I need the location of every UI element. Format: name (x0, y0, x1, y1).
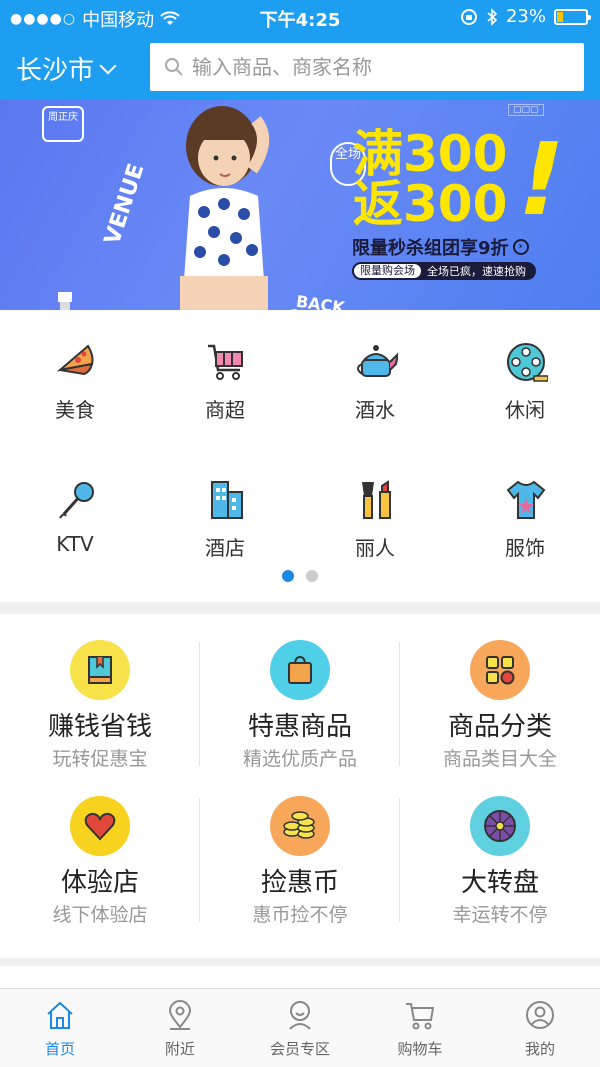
coins-icon (270, 796, 330, 856)
member-icon (289, 1001, 311, 1030)
tab-label: 我的 (524, 1040, 555, 1058)
tab-label: 首页 (44, 1040, 75, 1058)
tab-home[interactable]: 首页 (0, 989, 120, 1067)
battery-percent: 23% (505, 6, 546, 27)
cart-icon (406, 1003, 435, 1030)
location-pin-icon (168, 1000, 192, 1030)
feature-title: 大转盘 (460, 868, 539, 898)
category-beauty[interactable]: 丽人 (300, 448, 450, 560)
feature-experience-store[interactable]: 体验店 线下体验店 (0, 770, 200, 926)
category-label: 美食 (55, 398, 95, 422)
book-icon (70, 640, 130, 700)
search-box[interactable] (150, 43, 584, 91)
feature-subtitle: 精选优质产品 (242, 748, 357, 770)
category-label: 休闲 (505, 398, 545, 422)
feature-subtitle: 商品类目大全 (442, 748, 557, 770)
feature-title: 特惠商品 (247, 712, 352, 742)
makeup-brush-icon (362, 480, 391, 519)
brand-logo: 周正庆 (42, 106, 84, 142)
feature-subtitle: 幸运转不停 (452, 904, 548, 926)
category-drinks[interactable]: 酒水 (300, 310, 450, 422)
pizza-icon (56, 344, 94, 376)
search-input[interactable] (192, 55, 572, 79)
heart-icon (70, 796, 130, 856)
category-label: 商超 (205, 398, 245, 422)
category-pager (282, 570, 318, 582)
banner-pill-label: 限量购会场 (354, 264, 421, 278)
feature-earn-save[interactable]: 赚钱省钱 玩转促惠宝 (0, 614, 200, 770)
feature-title: 商品分类 (447, 712, 552, 742)
banner-subline-text: 限量秒杀组团享9折 (352, 238, 509, 259)
wheel-icon (470, 796, 530, 856)
bottom-tab-bar: 首页 附近 会员专区 购物车 我的 (0, 988, 600, 1067)
film-reel-icon (507, 343, 548, 382)
banner-venue-text: VENUE (100, 160, 150, 248)
category-label: 酒水 (355, 398, 395, 422)
chevron-down-icon (99, 57, 117, 74)
category-label: 丽人 (355, 536, 395, 560)
category-leisure[interactable]: 休闲 (450, 310, 600, 422)
category-grid: 美食 商超 酒水 休闲 KTV 酒店 丽人 服饰 (0, 310, 600, 602)
tab-members[interactable]: 会员专区 (240, 989, 360, 1067)
category-pager-dot[interactable] (282, 570, 294, 582)
battery-icon (554, 8, 591, 25)
home-icon (47, 1001, 73, 1029)
section-divider (0, 966, 600, 988)
feature-title: 捡惠币 (260, 868, 339, 898)
child-model-image (180, 106, 269, 310)
feature-special-offers[interactable]: 特惠商品 精选优质产品 (200, 614, 400, 770)
microphone-icon (59, 482, 94, 519)
rotation-lock-icon (460, 8, 477, 25)
search-icon (165, 58, 183, 76)
feature-collect-coins[interactable]: 捡惠币 惠币捡不停 (200, 770, 400, 926)
banner-headline-2: 返300 (353, 175, 508, 233)
category-label: 服饰 (505, 536, 545, 560)
tab-cart[interactable]: 购物车 (360, 989, 480, 1067)
feature-grid: 赚钱省钱 玩转促惠宝 特惠商品 精选优质产品 商品分类 商品类目大全 体验店 线… (0, 614, 600, 958)
banner-back-text: BACK (294, 291, 346, 310)
tab-label: 会员专区 (269, 1040, 330, 1058)
status-bar: ●●●●○ 中国移动 下午4:25 23% (0, 0, 600, 34)
banner-subline: 限量秒杀组团享9折 › (352, 234, 529, 260)
promo-banner[interactable]: 周正庆 ▢▢▢ VENUE SALE BACK 全场 满300 返300 ! 限… (0, 100, 600, 310)
tab-profile[interactable]: 我的 (480, 989, 600, 1067)
category-pager-dot[interactable] (306, 570, 318, 582)
category-food[interactable]: 美食 (0, 310, 150, 422)
feature-subtitle: 玩转促惠宝 (52, 748, 148, 770)
feature-title: 体验店 (60, 868, 139, 898)
feature-title: 赚钱省钱 (47, 712, 152, 742)
chevron-right-circle-icon: › (512, 239, 529, 255)
banner-corner-mark: ▢▢▢ (508, 104, 544, 116)
category-label: KTV (56, 532, 94, 556)
city-name: 长沙市 (16, 56, 95, 86)
tab-label: 附近 (164, 1040, 195, 1058)
category-supermarket[interactable]: 商超 (150, 310, 300, 422)
category-label: 酒店 (205, 536, 245, 560)
lotion-bottle-icon (58, 292, 72, 310)
tab-nearby[interactable]: 附近 (120, 989, 240, 1067)
banner-headline-1: 满300 (353, 125, 508, 183)
top-header: 长沙市 (0, 34, 600, 100)
user-icon (526, 1001, 554, 1029)
city-selector[interactable]: 长沙市 (16, 50, 117, 87)
feature-subtitle: 惠币捡不停 (252, 904, 348, 926)
banner-exclaim: ! (505, 121, 577, 238)
teapot-icon (357, 345, 398, 377)
feature-lucky-wheel[interactable]: 大转盘 幸运转不停 (400, 770, 600, 926)
feature-categories[interactable]: 商品分类 商品类目大全 (400, 614, 600, 770)
hotel-building-icon (211, 481, 243, 519)
category-ktv[interactable]: KTV (0, 448, 150, 558)
category-clothing[interactable]: 服饰 (450, 448, 600, 560)
feature-subtitle: 线下体验店 (52, 904, 148, 926)
banner-pill: 限量购会场 全场已疯，速速抢购 (352, 262, 536, 280)
shopping-bag-icon (270, 640, 330, 700)
tshirt-icon (506, 480, 546, 519)
banner-pill-text: 全场已疯，速速抢购 (427, 265, 526, 278)
grid-category-icon (470, 640, 530, 700)
bluetooth-icon (487, 7, 498, 26)
tab-label: 购物车 (397, 1040, 443, 1058)
shopping-cart-icon (208, 344, 243, 380)
category-hotel[interactable]: 酒店 (150, 448, 300, 560)
